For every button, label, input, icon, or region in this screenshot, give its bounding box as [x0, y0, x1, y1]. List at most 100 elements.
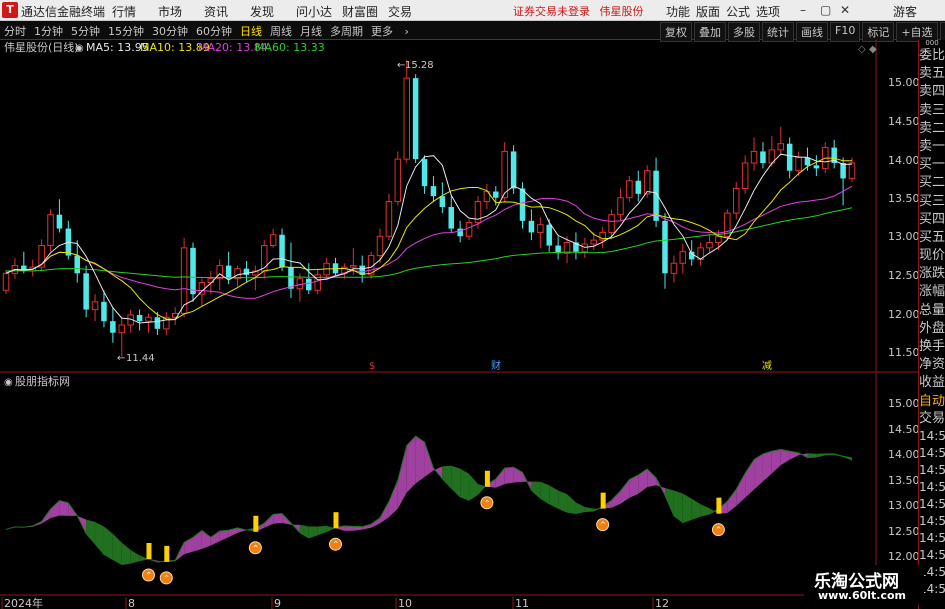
menu-trade[interactable]: 交易	[388, 3, 434, 20]
candle-body	[617, 197, 624, 216]
y-tick: 13.50	[888, 474, 918, 487]
auto-toggle[interactable]: 自动	[919, 393, 945, 410]
band-segment	[219, 530, 229, 542]
candle-body	[110, 321, 116, 333]
tab-more[interactable]: 更多 ›	[371, 23, 417, 39]
y-tick: 14.00	[888, 154, 918, 167]
add-watchlist-button[interactable]: +自选	[896, 22, 938, 42]
x-tick: 2024年	[4, 596, 43, 609]
event-marker-reduce[interactable]: 减	[762, 360, 772, 372]
band-segment	[727, 489, 737, 514]
watermark-url: www.60lt.com	[818, 589, 907, 602]
candle-body	[430, 186, 437, 197]
candle-body	[465, 221, 473, 237]
candle-body	[279, 234, 285, 268]
candle-body	[136, 314, 143, 322]
login-notice[interactable]: 证券交易未登录 伟星股份	[513, 3, 644, 19]
candle-body	[715, 235, 722, 243]
tab-60min[interactable]: 60分钟	[196, 23, 232, 39]
candle-body	[732, 187, 740, 214]
event-marker-finance[interactable]: 财	[491, 359, 501, 372]
menu-news[interactable]: 资讯	[204, 3, 250, 20]
candle-body	[216, 265, 223, 280]
x-tick: 10	[398, 597, 412, 609]
y-tick: 12.50	[888, 269, 918, 282]
band-segment	[86, 519, 96, 544]
tab-5min[interactable]: 5分钟	[71, 23, 100, 39]
side-item: 买三	[919, 193, 945, 209]
event-marker-dividend[interactable]: $	[369, 361, 375, 372]
menu-options[interactable]: 选项	[756, 3, 786, 20]
main-menu: 行情 市场 资讯 发现 问小达 财富圈 交易	[112, 3, 434, 20]
back-button[interactable]: 返回	[939, 22, 945, 42]
restore-rights-button[interactable]: 复权	[660, 22, 692, 42]
expand-icon[interactable]: ◇	[858, 44, 866, 55]
ma10-line	[5, 157, 852, 320]
right-menu: 功能 版面 公式 选项	[666, 3, 786, 20]
sub-settings-icon[interactable]: ◉	[4, 377, 13, 388]
tick-time: 14:56	[919, 496, 945, 511]
band-segment	[647, 468, 657, 488]
mark-button[interactable]: 标记	[862, 22, 895, 42]
close-icon[interactable]: ✕	[840, 3, 850, 17]
x-tick: 12	[655, 597, 669, 609]
buy-signal-chevron-icon: ⌃	[599, 521, 607, 531]
band-segment	[460, 468, 470, 501]
band-segment	[469, 473, 478, 501]
pin-icon[interactable]: ◆	[869, 44, 877, 55]
draw-line-button[interactable]: 画线	[796, 22, 828, 42]
site-watermark: 乐淘公式网 www.60lt.com	[804, 565, 924, 605]
f10-button[interactable]: F10	[830, 22, 861, 42]
candle-body	[706, 241, 713, 249]
tab-intraday[interactable]: 分时	[4, 23, 26, 39]
tick-time: 14:56	[919, 530, 945, 545]
overlay-button[interactable]: 叠加	[694, 22, 726, 42]
menu-discover[interactable]: 发现	[250, 3, 296, 20]
side-item: 外盘	[919, 320, 945, 336]
tab-1min[interactable]: 1分钟	[34, 23, 63, 39]
menu-formula[interactable]: 公式	[726, 3, 756, 20]
candle-body	[385, 201, 393, 237]
stock-code: 000	[925, 40, 939, 47]
tick-time: 14:56	[919, 428, 945, 443]
candle-body	[412, 78, 419, 160]
candle-body	[2, 272, 10, 291]
x-tick: 8	[128, 597, 135, 609]
tab-weekly[interactable]: 周线	[270, 23, 292, 39]
side-item: 换手	[919, 339, 945, 354]
settings-circle-icon[interactable]: ◉	[75, 43, 84, 54]
menu-quotes[interactable]: 行情	[112, 3, 158, 20]
statistics-button[interactable]: 统计	[762, 22, 794, 42]
side-item: 买五	[919, 229, 945, 245]
tab-monthly[interactable]: 月线	[300, 23, 322, 39]
candle-body	[804, 157, 811, 166]
minimize-icon[interactable]: –	[800, 3, 806, 17]
band-segment	[299, 524, 309, 538]
candle-body	[546, 224, 552, 246]
maximize-icon[interactable]: ▢	[820, 3, 831, 17]
candle-body	[154, 317, 161, 329]
menu-market[interactable]: 市场	[158, 3, 204, 20]
menu-ask[interactable]: 问小达	[296, 3, 342, 20]
quote-side-panel: 000 委比 卖五 卖四 卖三 卖二 卖一 买一 买二 买三 买四 买五 现价 …	[918, 40, 945, 609]
kline-chart[interactable]: 伟星股份(日线) ◉ MA5: 13.95 MA10: 13.89 MA20: …	[0, 40, 918, 609]
tab-multi-period[interactable]: 多周期	[330, 23, 363, 39]
tab-30min[interactable]: 30分钟	[152, 23, 188, 39]
indicator-band	[5, 435, 853, 566]
high-arrow-icon: ←	[397, 60, 405, 71]
side-item: 收益	[919, 375, 945, 391]
tab-15min[interactable]: 15分钟	[108, 23, 144, 39]
multi-stock-button[interactable]: 多股	[728, 22, 760, 42]
menu-wealth[interactable]: 财富圈	[342, 3, 388, 20]
menu-layout[interactable]: 版面	[696, 3, 726, 20]
band-segment	[736, 473, 746, 507]
side-item: 卖五	[919, 66, 945, 82]
menu-function[interactable]: 功能	[666, 3, 696, 20]
tab-daily[interactable]: 日线	[240, 23, 262, 39]
side-item: 净资	[919, 357, 945, 373]
guest-label[interactable]: 游客	[893, 3, 917, 20]
band-segment	[638, 468, 648, 494]
candle-body	[350, 265, 357, 268]
y-tick: 12.00	[888, 308, 918, 321]
trade-link[interactable]: 交易	[919, 410, 945, 428]
